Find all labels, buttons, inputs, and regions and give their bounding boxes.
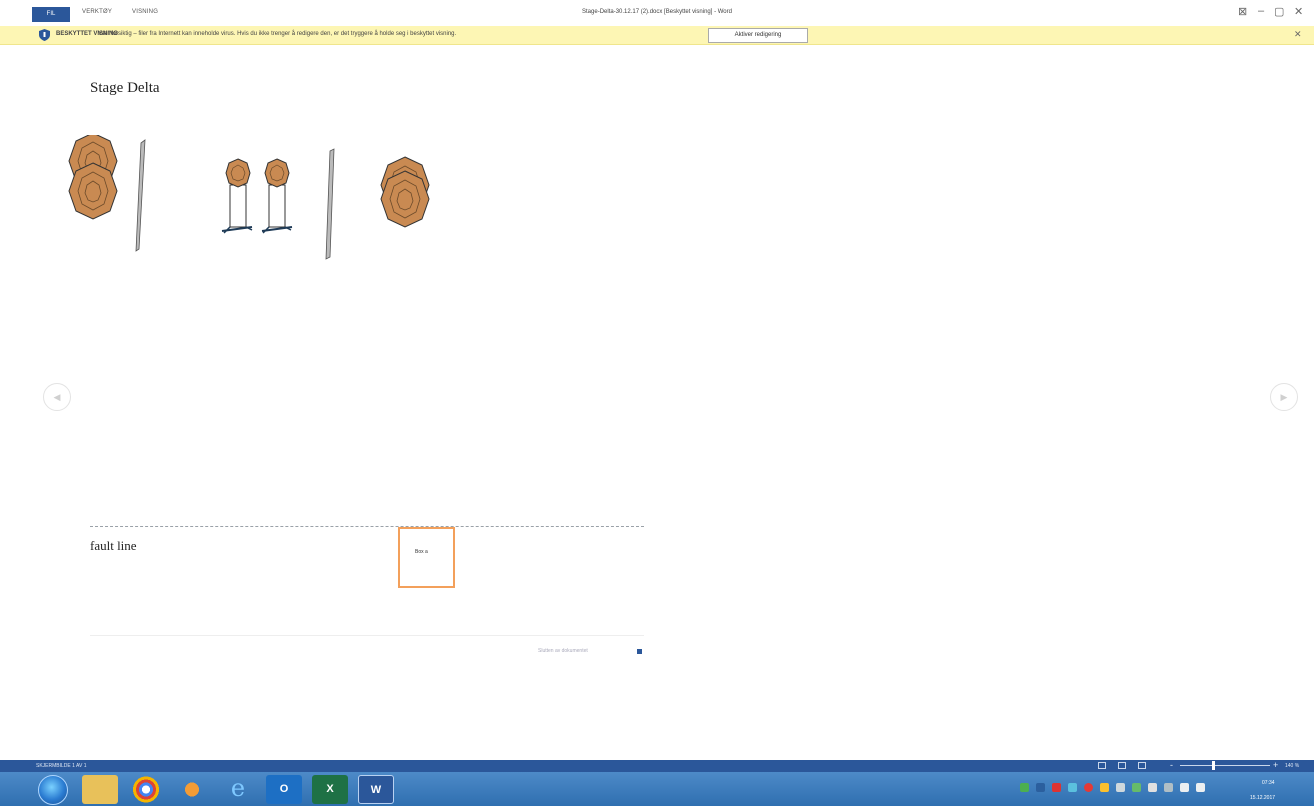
tray-app-icon[interactable] [1020, 783, 1029, 792]
wall-left [135, 139, 146, 252]
wall-right [325, 148, 335, 260]
close-bar-icon[interactable]: ✕ [1294, 29, 1302, 40]
stand-target-2 [261, 158, 293, 234]
previous-page-button[interactable]: ◀ [43, 383, 71, 411]
volume-icon[interactable] [1180, 783, 1189, 792]
fault-line-label: fault line [90, 538, 137, 553]
popper-target-right [380, 156, 430, 228]
status-bar: SKJERMBILDE 1 AV 1 - + 140 % [0, 760, 1314, 772]
web-layout-icon[interactable] [1138, 762, 1146, 769]
zoom-out-button[interactable]: - [1170, 760, 1173, 770]
tray-app-icon[interactable] [1036, 783, 1045, 792]
box-a: Box a [398, 527, 455, 588]
file-explorer-icon[interactable] [82, 775, 118, 804]
print-layout-icon[interactable] [1118, 762, 1126, 769]
title-bar: FIL VERKTØY VISNING Stage-Delta-30.12.17… [0, 0, 1314, 26]
popper-target-left [68, 135, 118, 220]
minimize-button[interactable]: – [1258, 5, 1264, 17]
read-mode-icon[interactable] [1098, 762, 1106, 769]
zoom-in-button[interactable]: + [1273, 760, 1278, 770]
excel-icon[interactable]: X [312, 775, 348, 804]
clock-date[interactable]: 15.12.2017 [1250, 795, 1275, 801]
tray-app-icon[interactable] [1068, 783, 1077, 792]
dashed-divider [90, 526, 644, 527]
chrome-icon[interactable] [128, 775, 164, 804]
internet-explorer-icon[interactable]: e [220, 775, 256, 804]
enable-editing-button[interactable]: Aktiver redigering [708, 28, 808, 43]
battery-icon[interactable] [1164, 783, 1173, 792]
flag-icon[interactable] [1116, 783, 1125, 792]
protected-view-message: Vær forsiktig – filer fra Internett kan … [98, 31, 457, 37]
outlook-icon[interactable]: O [266, 775, 302, 804]
end-of-document-marker [637, 649, 642, 654]
word-icon[interactable]: W [358, 775, 394, 804]
tray-app-icon[interactable] [1100, 783, 1109, 792]
tray-app-icon[interactable] [1132, 783, 1141, 792]
display-icon[interactable] [1196, 783, 1205, 792]
protected-view-bar: BESKYTTET VISNING Vær forsiktig – filer … [0, 26, 1314, 45]
document-end-divider [90, 635, 644, 636]
box-a-label: Box a [415, 549, 428, 555]
tray-app-icon[interactable] [1052, 783, 1061, 792]
zoom-level[interactable]: 140 % [1285, 763, 1299, 769]
media-player-icon[interactable] [174, 775, 210, 804]
network-icon[interactable] [1148, 783, 1157, 792]
next-page-button[interactable]: ▶ [1270, 383, 1298, 411]
document-heading: Stage Delta [90, 80, 160, 96]
window-title: Stage-Delta-30.12.17 (2).docx [Beskyttet… [582, 9, 732, 15]
start-button[interactable] [38, 775, 68, 805]
close-window-button[interactable]: ✕ [1294, 5, 1303, 18]
zoom-slider[interactable] [1180, 765, 1270, 766]
stand-target-1 [221, 158, 253, 234]
ribbon-display-icon[interactable]: ⊠ [1238, 5, 1247, 18]
zoom-slider-thumb[interactable] [1212, 761, 1215, 770]
restore-button[interactable]: ▢ [1274, 5, 1284, 18]
page-indicator: SKJERMBILDE 1 AV 1 [36, 763, 87, 769]
shield-icon [39, 29, 50, 41]
end-of-document-text: Slutten av dokumentet [538, 648, 588, 654]
tray-app-icon[interactable] [1084, 783, 1093, 792]
stage-diagram [68, 135, 430, 260]
clock-time[interactable]: 07:34 [1262, 780, 1275, 786]
